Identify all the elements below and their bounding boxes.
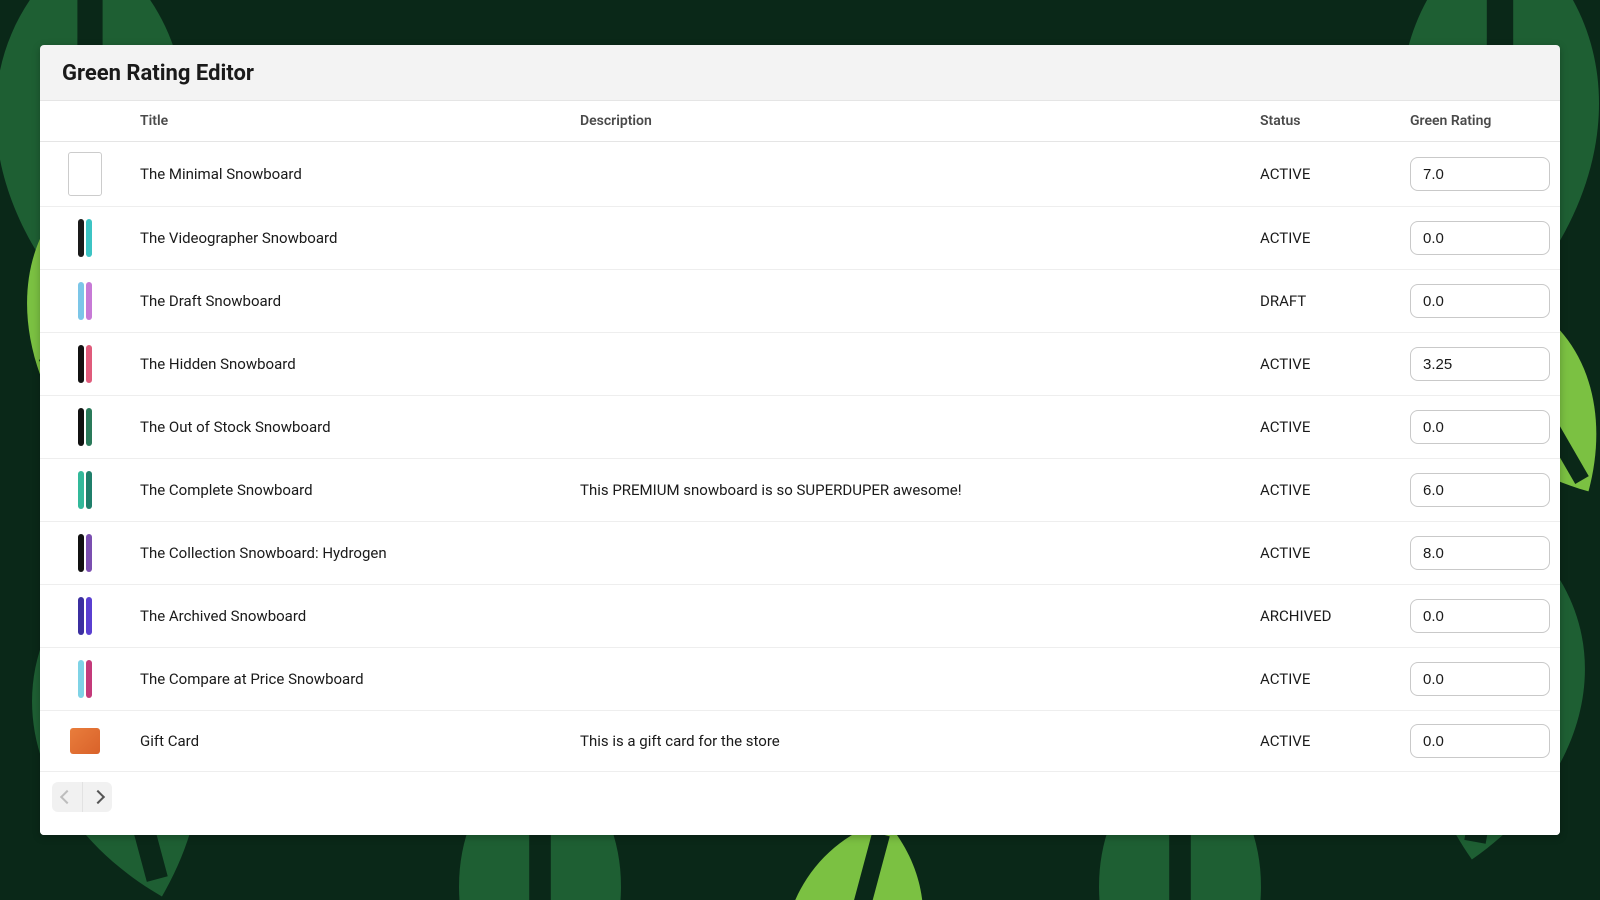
green-rating-input[interactable]: [1410, 410, 1550, 444]
col-header-description: Description: [570, 101, 1250, 142]
product-status: ACTIVE: [1250, 396, 1400, 459]
product-description: [570, 522, 1250, 585]
product-thumbnail: [69, 217, 101, 259]
product-status: DRAFT: [1250, 270, 1400, 333]
table-row: The Hidden Snowboard ACTIVE: [40, 333, 1560, 396]
col-header-thumb: [40, 101, 130, 142]
green-rating-input[interactable]: [1410, 724, 1550, 758]
green-rating-input[interactable]: [1410, 157, 1550, 191]
pagination: [40, 772, 1560, 822]
product-title: The Minimal Snowboard: [130, 142, 570, 207]
product-description: This is a gift card for the store: [570, 711, 1250, 772]
green-rating-input[interactable]: [1410, 347, 1550, 381]
product-thumbnail: [70, 728, 100, 754]
product-title: The Archived Snowboard: [130, 585, 570, 648]
page-title: Green Rating Editor: [40, 45, 1560, 100]
product-description: [570, 270, 1250, 333]
green-rating-input[interactable]: [1410, 599, 1550, 633]
table-row: The Compare at Price Snowboard ACTIVE: [40, 648, 1560, 711]
chevron-left-icon: [60, 790, 74, 804]
next-page-button[interactable]: [82, 782, 112, 812]
table-row: The Draft Snowboard DRAFT: [40, 270, 1560, 333]
product-title: Gift Card: [130, 711, 570, 772]
col-header-status: Status: [1250, 101, 1400, 142]
product-description: [570, 396, 1250, 459]
product-title: The Hidden Snowboard: [130, 333, 570, 396]
product-status: ACTIVE: [1250, 522, 1400, 585]
table-row: The Collection Snowboard: Hydrogen ACTIVE: [40, 522, 1560, 585]
green-rating-input[interactable]: [1410, 284, 1550, 318]
product-status: ACTIVE: [1250, 142, 1400, 207]
green-rating-input[interactable]: [1410, 662, 1550, 696]
green-rating-input[interactable]: [1410, 221, 1550, 255]
product-status: ACTIVE: [1250, 648, 1400, 711]
product-thumbnail: [69, 280, 101, 322]
chevron-right-icon: [90, 790, 104, 804]
product-title: The Collection Snowboard: Hydrogen: [130, 522, 570, 585]
product-description: [570, 333, 1250, 396]
product-thumbnail: [69, 343, 101, 385]
prev-page-button[interactable]: [52, 782, 82, 812]
product-status: ARCHIVED: [1250, 585, 1400, 648]
product-description: This PREMIUM snowboard is so SUPERDUPER …: [570, 459, 1250, 522]
products-table: Title Description Status Green Rating Th…: [40, 101, 1560, 772]
table-row: Gift CardThis is a gift card for the sto…: [40, 711, 1560, 772]
product-description: [570, 648, 1250, 711]
product-description: [570, 142, 1250, 207]
col-header-rating: Green Rating: [1400, 101, 1560, 142]
table-row: The Videographer Snowboard ACTIVE: [40, 207, 1560, 270]
product-thumbnail: [69, 658, 101, 700]
product-thumbnail: [69, 469, 101, 511]
table-row: The Complete SnowboardThis PREMIUM snowb…: [40, 459, 1560, 522]
product-title: The Complete Snowboard: [130, 459, 570, 522]
green-rating-input[interactable]: [1410, 473, 1550, 507]
product-title: The Compare at Price Snowboard: [130, 648, 570, 711]
col-header-title: Title: [130, 101, 570, 142]
product-thumbnail: [68, 152, 102, 196]
product-thumbnail: [69, 406, 101, 448]
product-title: The Draft Snowboard: [130, 270, 570, 333]
product-status: ACTIVE: [1250, 459, 1400, 522]
products-table-wrap: Title Description Status Green Rating Th…: [40, 100, 1560, 835]
product-status: ACTIVE: [1250, 333, 1400, 396]
product-title: The Out of Stock Snowboard: [130, 396, 570, 459]
product-description: [570, 585, 1250, 648]
product-status: ACTIVE: [1250, 711, 1400, 772]
table-row: The Minimal Snowboard ACTIVE: [40, 142, 1560, 207]
product-status: ACTIVE: [1250, 207, 1400, 270]
product-title: The Videographer Snowboard: [130, 207, 570, 270]
green-rating-input[interactable]: [1410, 536, 1550, 570]
product-thumbnail: [69, 595, 101, 637]
product-thumbnail: [69, 532, 101, 574]
editor-panel: Green Rating Editor Title Description St…: [40, 45, 1560, 835]
product-description: [570, 207, 1250, 270]
table-row: The Archived Snowboard ARCHIVED: [40, 585, 1560, 648]
table-row: The Out of Stock Snowboard ACTIVE: [40, 396, 1560, 459]
